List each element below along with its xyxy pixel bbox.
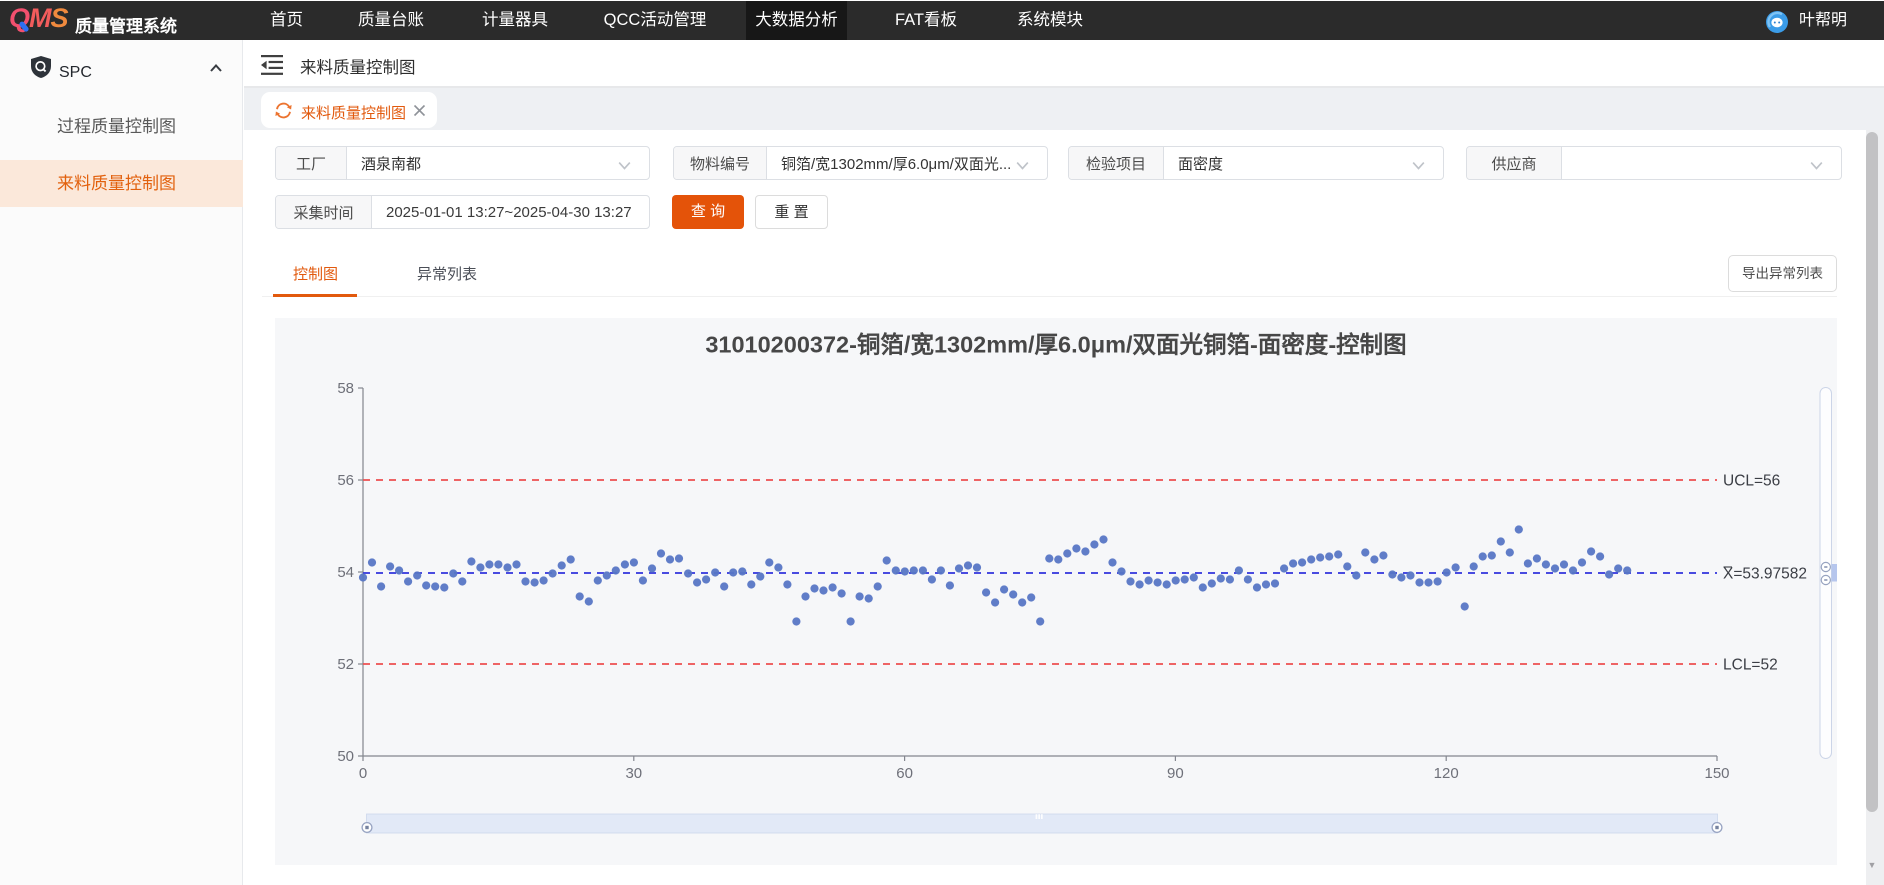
svg-text:0: 0 bbox=[358, 765, 366, 782]
svg-text:90: 90 bbox=[1167, 765, 1184, 782]
svg-text:31010200372-铜箔/宽1302mm/厚6.0μm/: 31010200372-铜箔/宽1302mm/厚6.0μm/双面光铜箔-面密度-… bbox=[705, 330, 1406, 357]
svg-text:150: 150 bbox=[1704, 765, 1729, 782]
svg-text:60: 60 bbox=[896, 765, 913, 782]
svg-text:30: 30 bbox=[625, 765, 642, 782]
svg-text:54: 54 bbox=[337, 564, 354, 581]
svg-text:120: 120 bbox=[1433, 765, 1458, 782]
svg-text:X=53.97582: X=53.97582 bbox=[1723, 565, 1807, 582]
svg-text:LCL=52: LCL=52 bbox=[1723, 656, 1778, 673]
svg-text:UCL=56: UCL=56 bbox=[1723, 472, 1780, 489]
svg-text:56: 56 bbox=[337, 472, 354, 489]
svg-text:50: 50 bbox=[337, 748, 354, 765]
svg-text:58: 58 bbox=[337, 380, 354, 397]
svg-text:52: 52 bbox=[337, 656, 354, 673]
